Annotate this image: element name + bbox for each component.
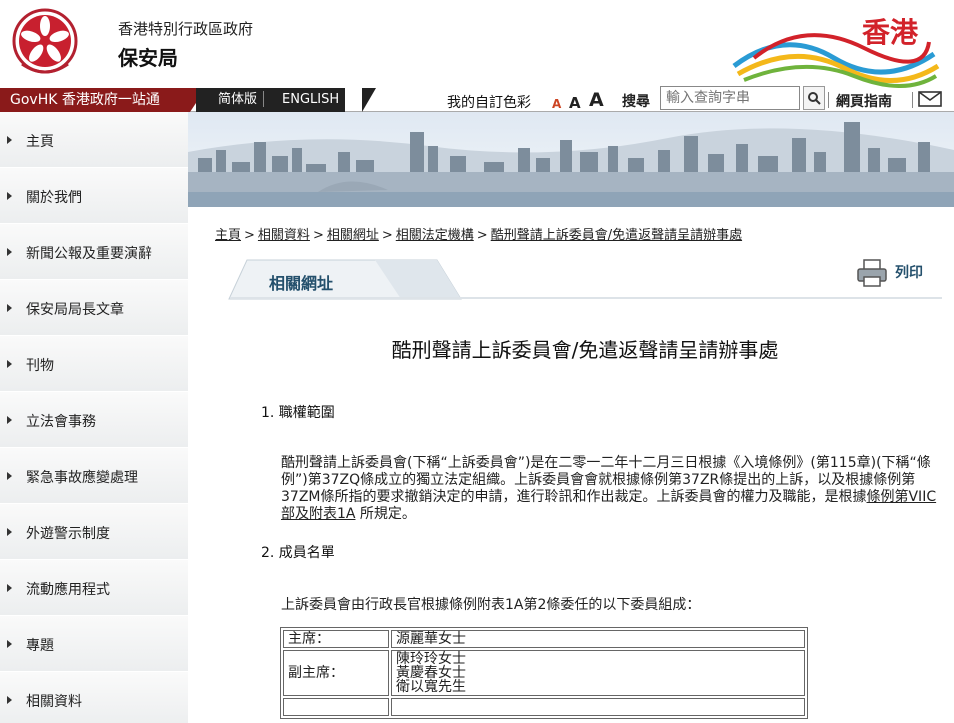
sidebar-item-label: 外遊警示制度 [26,526,110,542]
breadcrumb-current-page-link[interactable]: 酷刑聲請上訴委員會/免遣返聲請呈請辦事處 [491,228,742,243]
section-tab-shape [228,259,462,300]
section-tab-label: 相關網址 [269,274,334,293]
breadcrumb-related-info-link[interactable]: 相關資料 [258,228,310,243]
arrow-right-icon [7,136,12,144]
arrow-right-icon [7,584,12,592]
arrow-right-icon [7,416,12,424]
lang-divider [263,90,276,107]
toolbar-divider [828,92,829,108]
department-name: 保安局 [118,46,178,70]
section-heading-membership: 2. 成員名單 [261,545,335,561]
sidebar-item-press-releases[interactable]: 新聞公報及重要演辭 [0,224,188,280]
sidebar-item-label: 專題 [26,638,54,654]
member-name: 源麗華女士 [396,631,466,647]
table-row: 副主席： 陳玲玲女士 黃慶春女士 衛以寬先生 [283,650,805,696]
hksar-emblem-icon[interactable] [12,8,78,78]
sidebar-item-related-info[interactable]: 相關資料 [0,672,188,723]
sidebar-item-home[interactable]: 主頁 [0,112,188,168]
govhk-link[interactable]: GovHK 香港政府一站通 [0,88,190,112]
sidebar-item-travel-alert[interactable]: 外遊警示制度 [0,504,188,560]
member-role-cell: 副主席： [283,650,389,696]
sitemap-link[interactable]: 網頁指南 [836,91,892,111]
paragraph-text: 酷刑聲請上訴委員會(下稱“上訴委員會”)是在二零一二年十二月三日根據《入境條例》… [281,455,931,505]
custom-colour-link[interactable]: 我的自訂色彩 [447,92,531,112]
sidebar-item-label: 主頁 [26,134,54,150]
font-size-medium-button[interactable]: A [569,94,581,112]
language-switcher: 简体版 ENGLISH [196,88,346,112]
breadcrumb-separator: > [381,228,393,243]
font-size-large-button[interactable]: A [589,89,604,111]
toolbar-divider [912,92,913,108]
brand-text: 香港 [862,16,919,49]
arrow-right-icon [7,528,12,536]
breadcrumb-statutory-bodies-link[interactable]: 相關法定機構 [396,228,474,243]
breadcrumb-separator: > [476,228,488,243]
sidebar-item-label: 緊急事故應變處理 [26,470,138,486]
table-row: 主席： 源麗華女士 [283,630,805,648]
table-row [283,698,805,716]
section-divider [230,297,942,299]
breadcrumb-separator: > [244,228,255,243]
search-label: 搜尋 [622,94,650,110]
breadcrumb: 主頁 > 相關資料 > 相關網址 > 相關法定機構 > 酷刑聲請上訴委員會/免遣返聲請呈請辦事處 [215,224,742,243]
member-name: 陳玲玲女士 [396,651,466,667]
font-size-small-button[interactable]: A [552,97,561,111]
arrow-right-icon [7,304,12,312]
sidebar-item-about-us[interactable]: 關於我們 [0,168,188,224]
sidebar-item-label: 流動應用程式 [26,582,110,598]
search-icon [808,92,821,105]
member-role-cell: 主席： [283,630,389,648]
member-names-cell [391,698,805,716]
breadcrumb-separator: > [312,228,324,243]
arrow-right-icon [7,696,12,704]
skyline-banner [188,112,954,207]
section-heading-terms-of-reference: 1. 職權範圍 [261,405,335,421]
search-input[interactable] [660,86,800,110]
breadcrumb-home-link[interactable]: 主頁 [215,228,241,243]
sidebar-item-label: 保安局局長文章 [26,302,124,318]
membership-intro-paragraph: 上訴委員會由行政長官根據條例附表1A第2條委任的以下委員組成： [281,597,701,613]
arrow-right-icon [7,472,12,480]
sidebar-item-legco[interactable]: 立法會事務 [0,392,188,448]
breadcrumb-related-links-link[interactable]: 相關網址 [327,228,379,243]
sidebar-item-secretary-articles[interactable]: 保安局局長文章 [0,280,188,336]
sidebar-item-label: 新聞公報及重要演辭 [26,246,152,262]
members-table: 主席： 源麗華女士 副主席： 陳玲玲女士 黃慶春女士 衛以寬先生 [280,627,808,719]
member-name: 黃慶春女士 [396,665,466,681]
brand-hong-kong-logo: 香港 [732,16,940,88]
lang-simplified-link[interactable]: 简体版 [212,88,263,112]
member-name: 衛以寬先生 [396,679,466,695]
arrow-right-icon [7,192,12,200]
arrow-right-icon [7,248,12,256]
paragraph-text: 所規定。 [355,506,416,522]
member-names-cell: 源麗華女士 [391,630,805,648]
sidebar-item-label: 關於我們 [26,190,82,206]
sidebar-item-label: 相關資料 [26,694,82,710]
sidebar-item-emergency[interactable]: 緊急事故應變處理 [0,448,188,504]
printer-icon[interactable] [856,258,888,288]
sidebar-nav: 主頁 關於我們 新聞公報及重要演辭 保安局局長文章 刊物 立法會事務 緊急事故應… [0,112,188,723]
lang-english-link[interactable]: ENGLISH [276,88,345,112]
mail-icon[interactable] [918,91,942,107]
member-names-cell: 陳玲玲女士 黃慶春女士 衛以寬先生 [391,650,805,696]
member-role-cell [283,698,389,716]
langbar-decoration [362,88,376,112]
section-tab: 相關網址 [225,256,465,300]
search-button[interactable] [803,86,825,110]
sidebar-item-topics[interactable]: 專題 [0,616,188,672]
print-link[interactable]: 列印 [895,262,923,282]
sidebar-item-label: 立法會事務 [26,414,96,430]
arrow-right-icon [7,640,12,648]
page-title: 酷刑聲請上訴委員會/免遣返聲請呈請辦事處 [391,338,779,362]
page-header: 香港特別行政區政府 保安局 香港 [0,0,954,88]
sidebar-item-mobile-apps[interactable]: 流動應用程式 [0,560,188,616]
government-name: 香港特別行政區政府 [118,20,254,38]
terms-of-reference-paragraph: 酷刑聲請上訴委員會(下稱“上訴委員會”)是在二零一二年十二月三日根據《入境條例》… [281,455,946,523]
